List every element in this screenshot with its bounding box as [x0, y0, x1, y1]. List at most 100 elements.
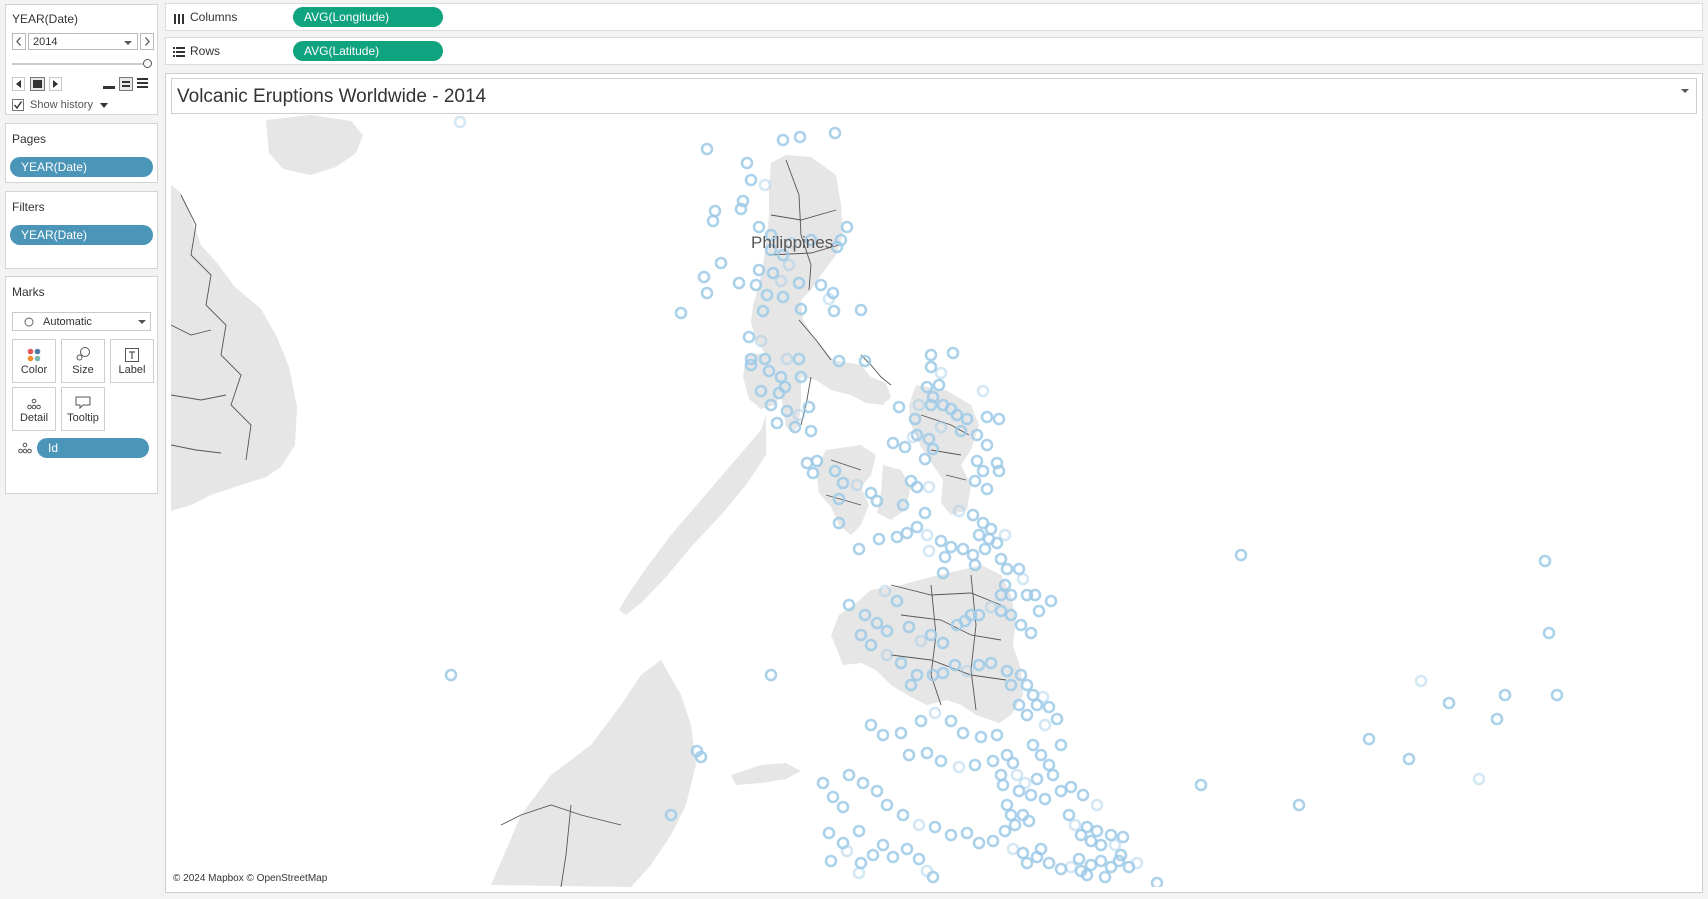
play-backward-icon[interactable] [12, 77, 25, 91]
volcano-mark[interactable] [922, 480, 936, 494]
volcano-mark[interactable] [1030, 772, 1044, 786]
speed-fast-icon[interactable] [137, 78, 148, 88]
volcano-mark[interactable] [1014, 668, 1028, 682]
detail-button[interactable]: Detail [12, 387, 56, 431]
volcano-mark[interactable] [1004, 678, 1018, 692]
volcano-mark[interactable] [938, 550, 952, 564]
volcano-mark[interactable] [876, 728, 890, 742]
volcano-mark[interactable] [1292, 798, 1306, 812]
volcano-mark[interactable] [1550, 688, 1564, 702]
volcano-mark[interactable] [926, 442, 940, 456]
volcano-mark[interactable] [970, 454, 984, 468]
volcano-mark[interactable] [1076, 788, 1090, 802]
volcano-mark[interactable] [968, 758, 982, 772]
volcano-mark[interactable] [960, 826, 974, 840]
volcano-mark[interactable] [832, 516, 846, 530]
volcano-mark[interactable] [1472, 772, 1486, 786]
volcano-mark[interactable] [1150, 876, 1164, 887]
volcano-mark[interactable] [910, 520, 924, 534]
volcano-mark[interactable] [1046, 768, 1060, 782]
volcano-mark[interactable] [970, 428, 984, 442]
volcano-mark[interactable] [732, 276, 746, 290]
volcano-mark[interactable] [756, 304, 770, 318]
volcano-mark[interactable] [1054, 738, 1068, 752]
volcano-mark[interactable] [1020, 856, 1034, 870]
volcano-mark[interactable] [1010, 768, 1024, 782]
volcano-mark[interactable] [1000, 664, 1014, 678]
volcano-mark[interactable] [1042, 856, 1056, 870]
columns-pill[interactable]: AVG(Longitude) [293, 7, 443, 27]
volcano-mark[interactable] [700, 142, 714, 156]
prev-page-button[interactable] [12, 33, 26, 50]
volcano-mark[interactable] [972, 658, 986, 672]
volcano-mark[interactable] [1542, 626, 1556, 640]
volcano-mark[interactable] [1022, 814, 1036, 828]
volcano-mark[interactable] [994, 552, 1008, 566]
volcano-mark[interactable] [944, 714, 958, 728]
volcano-mark[interactable] [778, 380, 792, 394]
volcano-mark[interactable] [858, 354, 872, 368]
volcano-mark[interactable] [1068, 818, 1082, 832]
volcano-mark[interactable] [920, 528, 934, 542]
volcano-mark[interactable] [956, 542, 970, 556]
volcano-mark[interactable] [854, 303, 868, 317]
volcano-mark[interactable] [762, 364, 776, 378]
volcano-mark[interactable] [992, 412, 1006, 426]
volcano-mark[interactable] [866, 848, 880, 862]
volcano-mark[interactable] [828, 126, 842, 140]
volcano-mark[interactable] [914, 714, 928, 728]
volcano-mark[interactable] [1054, 784, 1068, 798]
volcano-mark[interactable] [827, 304, 841, 318]
volcano-mark[interactable] [1030, 698, 1044, 712]
volcano-mark[interactable] [926, 668, 940, 682]
volcano-mark[interactable] [1004, 608, 1018, 622]
volcano-mark[interactable] [760, 288, 774, 302]
volcano-mark[interactable] [792, 408, 806, 422]
volcano-mark[interactable] [948, 658, 962, 672]
volcano-mark[interactable] [998, 578, 1012, 592]
volcano-mark[interactable] [1108, 838, 1122, 852]
volcano-mark[interactable] [880, 798, 894, 812]
volcano-mark[interactable] [924, 628, 938, 642]
volcano-mark[interactable] [1116, 830, 1130, 844]
volcano-mark[interactable] [772, 386, 786, 400]
volcano-mark[interactable] [946, 346, 960, 360]
volcano-mark[interactable] [986, 754, 1000, 768]
volcano-mark[interactable] [792, 352, 806, 366]
volcano-mark[interactable] [950, 408, 964, 422]
volcano-mark[interactable] [856, 776, 870, 790]
volcano-mark[interactable] [918, 506, 932, 520]
volcano-mark[interactable] [1020, 678, 1034, 692]
volcano-mark[interactable] [754, 334, 768, 348]
map-attribution[interactable]: © 2024 Mapbox © OpenStreetMap [173, 873, 327, 884]
volcano-mark[interactable] [976, 384, 990, 398]
volcano-mark[interactable] [1062, 808, 1076, 822]
volcano-mark[interactable] [870, 784, 884, 798]
volcano-mark[interactable] [1084, 858, 1098, 872]
volcano-mark[interactable] [1072, 852, 1086, 866]
volcano-mark[interactable] [902, 748, 916, 762]
volcano-mark[interactable] [878, 584, 892, 598]
volcano-mark[interactable] [1012, 784, 1026, 798]
tooltip-button[interactable]: Tooltip [61, 387, 105, 431]
volcano-mark[interactable] [1016, 572, 1030, 586]
volcano-mark[interactable] [936, 636, 950, 650]
map-area[interactable]: Philippines © 2024 Mapbox © OpenStreetMa… [171, 115, 1697, 887]
mark-type-select[interactable]: Automatic [12, 312, 151, 331]
show-history-checkbox[interactable] [12, 99, 24, 111]
volcano-mark[interactable] [864, 718, 878, 732]
volcano-mark[interactable] [928, 820, 942, 834]
volcano-mark[interactable] [924, 360, 938, 374]
volcano-mark[interactable] [968, 558, 982, 572]
volcano-mark[interactable] [952, 760, 966, 774]
volcano-mark[interactable] [1016, 846, 1030, 860]
volcano-mark[interactable] [788, 420, 802, 434]
filters-pill[interactable]: YEAR(Date) [10, 225, 153, 245]
volcano-mark[interactable] [854, 856, 868, 870]
volcano-mark[interactable] [876, 838, 890, 852]
volcano-mark[interactable] [1004, 808, 1018, 822]
volcano-mark[interactable] [922, 432, 936, 446]
volcano-mark[interactable] [664, 808, 678, 822]
volcano-mark[interactable] [994, 768, 1008, 782]
volcano-mark[interactable] [453, 115, 467, 129]
